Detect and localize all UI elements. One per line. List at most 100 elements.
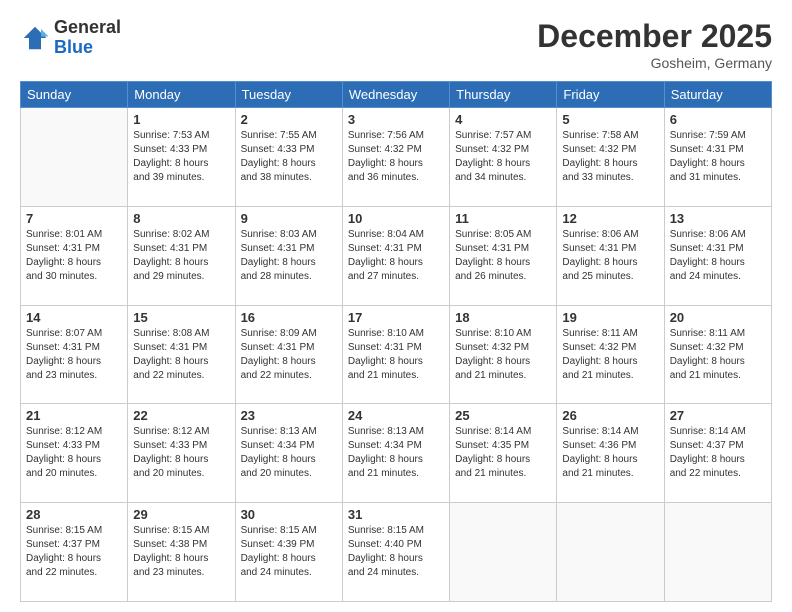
day-number: 19 [562, 310, 658, 325]
weekday-header-row: SundayMondayTuesdayWednesdayThursdayFrid… [21, 82, 772, 108]
day-info: Sunrise: 8:12 AM Sunset: 4:33 PM Dayligh… [133, 425, 229, 481]
day-info: Sunrise: 8:15 AM Sunset: 4:40 PM Dayligh… [348, 524, 444, 580]
day-info: Sunrise: 8:15 AM Sunset: 4:38 PM Dayligh… [133, 524, 229, 580]
location-title: Gosheim, Germany [537, 55, 772, 71]
day-number: 26 [562, 408, 658, 423]
day-number: 4 [455, 112, 551, 127]
calendar-cell: 4 Sunrise: 7:57 AM Sunset: 4:32 PM Daylig… [450, 108, 557, 207]
logo-text: General Blue [54, 18, 121, 58]
day-info: Sunrise: 8:08 AM Sunset: 4:31 PM Dayligh… [133, 327, 229, 383]
day-number: 27 [670, 408, 766, 423]
month-title: December 2025 [537, 18, 772, 55]
calendar-cell: 10 Sunrise: 8:04 AM Sunset: 4:31 PM Dayli… [342, 206, 449, 305]
day-number: 12 [562, 211, 658, 226]
calendar-week-row: 21 Sunrise: 8:12 AM Sunset: 4:33 PM Dayli… [21, 404, 772, 503]
day-info: Sunrise: 8:06 AM Sunset: 4:31 PM Dayligh… [562, 228, 658, 284]
day-info: Sunrise: 8:01 AM Sunset: 4:31 PM Dayligh… [26, 228, 122, 284]
calendar-cell: 20 Sunrise: 8:11 AM Sunset: 4:32 PM Dayli… [664, 305, 771, 404]
page: General Blue December 2025 Gosheim, Germ… [0, 0, 792, 612]
day-number: 30 [241, 507, 337, 522]
calendar-cell: 22 Sunrise: 8:12 AM Sunset: 4:33 PM Dayli… [128, 404, 235, 503]
day-info: Sunrise: 7:53 AM Sunset: 4:33 PM Dayligh… [133, 129, 229, 185]
calendar-cell: 26 Sunrise: 8:14 AM Sunset: 4:36 PM Dayli… [557, 404, 664, 503]
day-info: Sunrise: 8:09 AM Sunset: 4:31 PM Dayligh… [241, 327, 337, 383]
calendar-cell: 21 Sunrise: 8:12 AM Sunset: 4:33 PM Dayli… [21, 404, 128, 503]
calendar-cell: 16 Sunrise: 8:09 AM Sunset: 4:31 PM Dayli… [235, 305, 342, 404]
day-info: Sunrise: 8:04 AM Sunset: 4:31 PM Dayligh… [348, 228, 444, 284]
calendar-cell: 8Sunrise: 8:02 AM Sunset: 4:31 PM Daylig… [128, 206, 235, 305]
calendar-cell: 14Sunrise: 8:07 AM Sunset: 4:31 PM Dayli… [21, 305, 128, 404]
day-info: Sunrise: 7:55 AM Sunset: 4:33 PM Dayligh… [241, 129, 337, 185]
calendar: SundayMondayTuesdayWednesdayThursdayFrid… [20, 81, 772, 602]
day-info: Sunrise: 8:03 AM Sunset: 4:31 PM Dayligh… [241, 228, 337, 284]
day-number: 7 [26, 211, 122, 226]
day-info: Sunrise: 8:07 AM Sunset: 4:31 PM Dayligh… [26, 327, 122, 383]
calendar-cell: 15 Sunrise: 8:08 AM Sunset: 4:31 PM Dayli… [128, 305, 235, 404]
calendar-cell: 23Sunrise: 8:13 AM Sunset: 4:34 PM Dayli… [235, 404, 342, 503]
day-number: 21 [26, 408, 122, 423]
calendar-cell: 3 Sunrise: 7:56 AM Sunset: 4:32 PM Daylig… [342, 108, 449, 207]
day-info: Sunrise: 7:56 AM Sunset: 4:32 PM Dayligh… [348, 129, 444, 185]
day-info: Sunrise: 7:57 AM Sunset: 4:32 PM Dayligh… [455, 129, 551, 185]
calendar-week-row: 28 Sunrise: 8:15 AM Sunset: 4:37 PM Dayli… [21, 503, 772, 602]
weekday-header: Wednesday [342, 82, 449, 108]
day-number: 16 [241, 310, 337, 325]
day-number: 20 [670, 310, 766, 325]
day-info: Sunrise: 7:58 AM Sunset: 4:32 PM Dayligh… [562, 129, 658, 185]
day-number: 25 [455, 408, 551, 423]
day-number: 24 [348, 408, 444, 423]
day-number: 3 [348, 112, 444, 127]
day-info: Sunrise: 8:11 AM Sunset: 4:32 PM Dayligh… [562, 327, 658, 383]
header: General Blue December 2025 Gosheim, Germ… [20, 18, 772, 71]
calendar-cell [21, 108, 128, 207]
day-info: Sunrise: 8:02 AM Sunset: 4:31 PM Dayligh… [133, 228, 229, 284]
calendar-cell: 12 Sunrise: 8:06 AM Sunset: 4:31 PM Dayli… [557, 206, 664, 305]
calendar-cell: 24 Sunrise: 8:13 AM Sunset: 4:34 PM Dayli… [342, 404, 449, 503]
day-info: Sunrise: 8:06 AM Sunset: 4:31 PM Dayligh… [670, 228, 766, 284]
day-info: Sunrise: 8:13 AM Sunset: 4:34 PM Dayligh… [348, 425, 444, 481]
day-number: 29 [133, 507, 229, 522]
day-number: 5 [562, 112, 658, 127]
calendar-cell: 6 Sunrise: 7:59 AM Sunset: 4:31 PM Daylig… [664, 108, 771, 207]
day-number: 10 [348, 211, 444, 226]
day-info: Sunrise: 8:14 AM Sunset: 4:35 PM Dayligh… [455, 425, 551, 481]
calendar-cell [450, 503, 557, 602]
day-number: 23 [241, 408, 337, 423]
logo-icon [20, 23, 50, 53]
calendar-week-row: 14Sunrise: 8:07 AM Sunset: 4:31 PM Dayli… [21, 305, 772, 404]
day-info: Sunrise: 8:14 AM Sunset: 4:36 PM Dayligh… [562, 425, 658, 481]
calendar-cell [557, 503, 664, 602]
day-info: Sunrise: 8:11 AM Sunset: 4:32 PM Dayligh… [670, 327, 766, 383]
day-info: Sunrise: 8:15 AM Sunset: 4:37 PM Dayligh… [26, 524, 122, 580]
calendar-cell: 2Sunrise: 7:55 AM Sunset: 4:33 PM Daylig… [235, 108, 342, 207]
day-number: 1 [133, 112, 229, 127]
calendar-week-row: 7 Sunrise: 8:01 AM Sunset: 4:31 PM Daylig… [21, 206, 772, 305]
calendar-cell: 31Sunrise: 8:15 AM Sunset: 4:40 PM Dayli… [342, 503, 449, 602]
title-block: December 2025 Gosheim, Germany [537, 18, 772, 71]
day-number: 28 [26, 507, 122, 522]
day-number: 22 [133, 408, 229, 423]
calendar-cell: 19 Sunrise: 8:11 AM Sunset: 4:32 PM Dayli… [557, 305, 664, 404]
day-number: 18 [455, 310, 551, 325]
weekday-header: Tuesday [235, 82, 342, 108]
calendar-cell: 7 Sunrise: 8:01 AM Sunset: 4:31 PM Daylig… [21, 206, 128, 305]
calendar-cell: 13Sunrise: 8:06 AM Sunset: 4:31 PM Dayli… [664, 206, 771, 305]
day-number: 6 [670, 112, 766, 127]
calendar-cell [664, 503, 771, 602]
weekday-header: Monday [128, 82, 235, 108]
calendar-cell: 9 Sunrise: 8:03 AM Sunset: 4:31 PM Daylig… [235, 206, 342, 305]
day-number: 9 [241, 211, 337, 226]
day-info: Sunrise: 8:15 AM Sunset: 4:39 PM Dayligh… [241, 524, 337, 580]
day-number: 17 [348, 310, 444, 325]
calendar-cell: 27 Sunrise: 8:14 AM Sunset: 4:37 PM Dayli… [664, 404, 771, 503]
calendar-cell: 11Sunrise: 8:05 AM Sunset: 4:31 PM Dayli… [450, 206, 557, 305]
day-info: Sunrise: 8:12 AM Sunset: 4:33 PM Dayligh… [26, 425, 122, 481]
day-info: Sunrise: 7:59 AM Sunset: 4:31 PM Dayligh… [670, 129, 766, 185]
weekday-header: Friday [557, 82, 664, 108]
day-number: 15 [133, 310, 229, 325]
day-info: Sunrise: 8:14 AM Sunset: 4:37 PM Dayligh… [670, 425, 766, 481]
calendar-cell: 28 Sunrise: 8:15 AM Sunset: 4:37 PM Dayli… [21, 503, 128, 602]
calendar-cell: 30 Sunrise: 8:15 AM Sunset: 4:39 PM Dayli… [235, 503, 342, 602]
day-number: 11 [455, 211, 551, 226]
calendar-cell: 1 Sunrise: 7:53 AM Sunset: 4:33 PM Daylig… [128, 108, 235, 207]
